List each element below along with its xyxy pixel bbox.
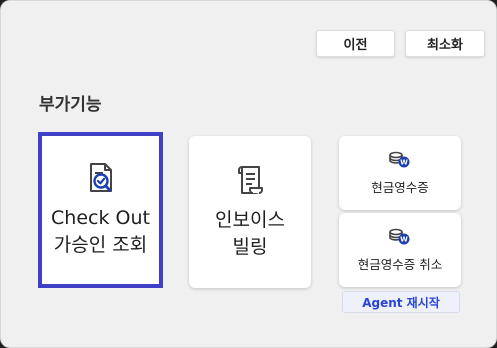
prev-button-label: 이전 [343, 38, 368, 53]
feature-panel: 이전 최소화 부가기능 Check Out 가승인 조회 인보이스 빌링 W 현… [0, 0, 497, 348]
prev-button[interactable]: 이전 [316, 30, 395, 57]
cash-receipt-tile[interactable]: W 현금영수증 [339, 136, 461, 210]
document-search-icon [84, 161, 118, 195]
invoice-tile-label: 인보이스 빌링 [215, 207, 285, 261]
coins-won-icon: W [388, 151, 412, 169]
svg-text:W: W [400, 158, 408, 166]
agent-restart-label: Agent 재시작 [362, 295, 440, 310]
checkout-line1: Check Out [51, 207, 150, 229]
cash-receipt-cancel-label: 현금영수증 취소 [357, 256, 443, 272]
cash-receipt-label: 현금영수증 [371, 179, 429, 195]
invoice-billing-tile[interactable]: 인보이스 빌링 [189, 136, 311, 288]
scroll-document-icon [233, 163, 267, 197]
svg-text:W: W [400, 235, 408, 243]
checkout-preauth-tile[interactable]: Check Out 가승인 조회 [38, 132, 163, 288]
coins-won-icon: W [388, 228, 412, 246]
agent-restart-button[interactable]: Agent 재시작 [342, 291, 460, 313]
section-title: 부가기능 [39, 95, 102, 115]
invoice-line1: 인보이스 [215, 209, 285, 231]
invoice-line2: 빌링 [232, 236, 268, 258]
checkout-tile-label: Check Out 가승인 조회 [51, 205, 150, 259]
cash-receipt-cancel-tile[interactable]: W 현금영수증 취소 [339, 213, 461, 287]
minimize-button[interactable]: 최소화 [405, 30, 485, 57]
checkout-line2: 가승인 조회 [53, 234, 148, 256]
minimize-button-label: 최소화 [427, 38, 463, 53]
